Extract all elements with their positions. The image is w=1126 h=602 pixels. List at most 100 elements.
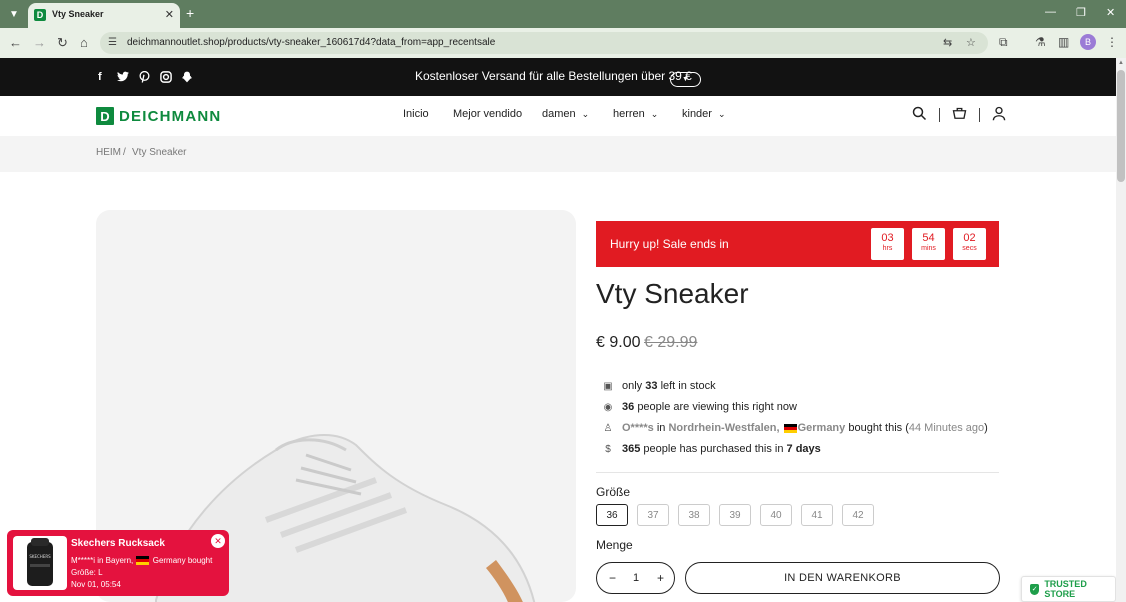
quantity-input[interactable]: 1 <box>633 572 639 584</box>
buyer-in: in <box>656 422 666 434</box>
size-label: Größe <box>596 485 631 499</box>
purchased-mid: people has purchased this in <box>643 443 784 455</box>
restore-icon[interactable]: ❐ <box>1076 6 1086 19</box>
breadcrumb-separator: / <box>123 147 126 158</box>
buyer-time: 44 Minutes ago <box>908 422 985 434</box>
popup-product-title[interactable]: Skechers Rucksack <box>71 538 165 549</box>
viewers-count: 36 <box>622 401 635 413</box>
trusted-store-badge[interactable]: ✓ TRUSTED STORE <box>1021 576 1116 602</box>
size-option-42[interactable]: 42 <box>842 504 874 526</box>
announcement-bar: f Kostenloser Versand für alle Bestellun… <box>0 58 1116 96</box>
side-panel-icon[interactable]: ▥ <box>1058 35 1069 49</box>
box-icon: ▣ <box>603 380 613 392</box>
add-to-cart-button[interactable]: IN DEN WARENKORB <box>685 562 1000 594</box>
seconds-unit: secs <box>962 245 977 252</box>
browser-toolbar: ← → ↻ ⌂ ☰ deichmannoutlet.shop/products/… <box>0 28 1126 58</box>
twitter-icon[interactable] <box>117 71 129 85</box>
buyer-action: bought this ( <box>848 422 909 434</box>
header-divider <box>939 108 940 122</box>
reload-icon[interactable]: ↻ <box>57 35 68 51</box>
increase-button[interactable]: + <box>657 571 664 585</box>
bookmark-star-icon[interactable]: ☆ <box>966 36 976 49</box>
cart-icon[interactable] <box>952 106 967 123</box>
tab-close-icon[interactable]: ✕ <box>165 8 174 21</box>
forward-icon[interactable]: → <box>33 35 46 50</box>
breadcrumb-home[interactable]: HEIM <box>96 147 121 158</box>
new-tab-icon[interactable]: + <box>186 5 194 21</box>
pinterest-icon[interactable] <box>139 70 150 86</box>
deichmann-logo[interactable]: D DEICHMANN <box>96 107 221 125</box>
countdown-hours: 03 hrs <box>871 228 904 260</box>
breadcrumb: HEIM / Vty Sneaker <box>0 136 1116 172</box>
home-icon[interactable]: ⌂ <box>80 35 88 50</box>
viewers-info: ◉ 36 people are viewing this right now <box>602 401 797 413</box>
recent-sale-popup[interactable]: SKECHERS Skechers Rucksack M*****i in Ba… <box>7 530 229 596</box>
scrollbar-thumb[interactable] <box>1117 70 1125 182</box>
section-divider <box>596 472 999 473</box>
shipping-announcement: Kostenloser Versand für alle Bestellunge… <box>415 69 692 83</box>
eye-icon: ◉ <box>603 401 613 413</box>
stock-prefix: only <box>622 380 643 392</box>
browser-menu-icon[interactable]: ⋮ <box>1106 35 1118 49</box>
hours-value: 03 <box>881 232 894 244</box>
popup-buyer-prefix: M*****i in Bayern, <box>71 556 134 565</box>
address-bar[interactable]: ☰ deichmannoutlet.shop/products/vty-snea… <box>100 32 988 54</box>
header-divider <box>979 108 980 122</box>
nav-item-inicio[interactable]: Inicio <box>403 108 429 120</box>
size-option-40[interactable]: 40 <box>760 504 792 526</box>
search-icon[interactable] <box>912 106 927 124</box>
decrease-button[interactable]: − <box>609 571 616 585</box>
close-icon[interactable]: ✕ <box>211 534 225 548</box>
bag-brand-text: SKECHERS <box>29 554 51 559</box>
back-icon[interactable]: ← <box>9 35 22 50</box>
profile-avatar[interactable]: B <box>1080 34 1096 50</box>
extensions-icon[interactable]: ⧉ <box>999 35 1008 50</box>
nav-item-herren[interactable]: herren ⌄ <box>613 108 658 120</box>
chevron-down-icon: ⌄ <box>581 109 590 119</box>
buyer-close: ) <box>984 422 988 434</box>
product-title: Vty Sneaker <box>596 278 749 309</box>
page-scrollbar[interactable]: ▲ <box>1116 58 1126 602</box>
site-info-icon[interactable]: ☰ <box>108 37 117 48</box>
size-option-37[interactable]: 37 <box>637 504 669 526</box>
tab-title: Vty Sneaker <box>52 9 104 19</box>
facebook-icon[interactable]: f <box>98 71 102 83</box>
window-close-icon[interactable]: ✕ <box>1106 6 1115 19</box>
snapchat-icon[interactable] <box>181 71 193 86</box>
labs-icon[interactable]: ⚗ <box>1035 35 1046 49</box>
account-icon[interactable] <box>992 106 1006 124</box>
browser-tab[interactable]: D Vty Sneaker ✕ <box>28 3 180 28</box>
dollar-icon: $ <box>605 443 611 455</box>
nav-item-kinder[interactable]: kinder ⌄ <box>682 108 726 120</box>
stock-suffix: left in stock <box>660 380 716 392</box>
germany-flag-icon <box>783 423 797 433</box>
nav-label: damen <box>542 108 576 120</box>
chevron-down-icon: ⌄ <box>717 109 726 119</box>
instagram-icon[interactable] <box>160 71 172 86</box>
breadcrumb-current: Vty Sneaker <box>132 147 187 158</box>
viewers-suffix: people are viewing this right now <box>637 401 797 413</box>
chevron-down-icon: ⌄ <box>650 109 659 119</box>
translate-icon[interactable]: ⇆ <box>943 36 952 49</box>
stock-info: ▣ only 33 left in stock <box>602 380 716 392</box>
size-option-38[interactable]: 38 <box>678 504 710 526</box>
browser-tab-bar: ▼ D Vty Sneaker ✕ + — ❐ ✕ <box>0 0 1126 28</box>
tab-search-icon[interactable]: ▼ <box>6 6 22 22</box>
person-icon: ♙ <box>603 422 613 434</box>
purchased-count: 365 <box>622 443 641 455</box>
url-text[interactable]: deichmannoutlet.shop/products/vty-sneake… <box>127 37 495 48</box>
nav-item-mejor-vendido[interactable]: Mejor vendido <box>453 108 522 120</box>
shield-check-icon: ✓ <box>1030 583 1040 595</box>
size-option-41[interactable]: 41 <box>801 504 833 526</box>
nav-label: Mejor vendido <box>453 108 523 120</box>
scroll-up-icon[interactable]: ▲ <box>1118 60 1124 66</box>
nav-label: kinder <box>682 108 712 120</box>
hours-unit: hrs <box>882 245 893 252</box>
chevron-down-icon[interactable]: ▼ <box>670 72 701 87</box>
nav-item-damen[interactable]: damen ⌄ <box>542 108 589 120</box>
size-option-36[interactable]: 36 <box>596 504 628 526</box>
minimize-icon[interactable]: — <box>1045 6 1056 18</box>
sale-price: € 9.00 <box>596 334 641 351</box>
recent-buyer-info: ♙ O****s in Nordrhein-Westfalen, Germany… <box>602 422 988 434</box>
size-option-39[interactable]: 39 <box>719 504 751 526</box>
